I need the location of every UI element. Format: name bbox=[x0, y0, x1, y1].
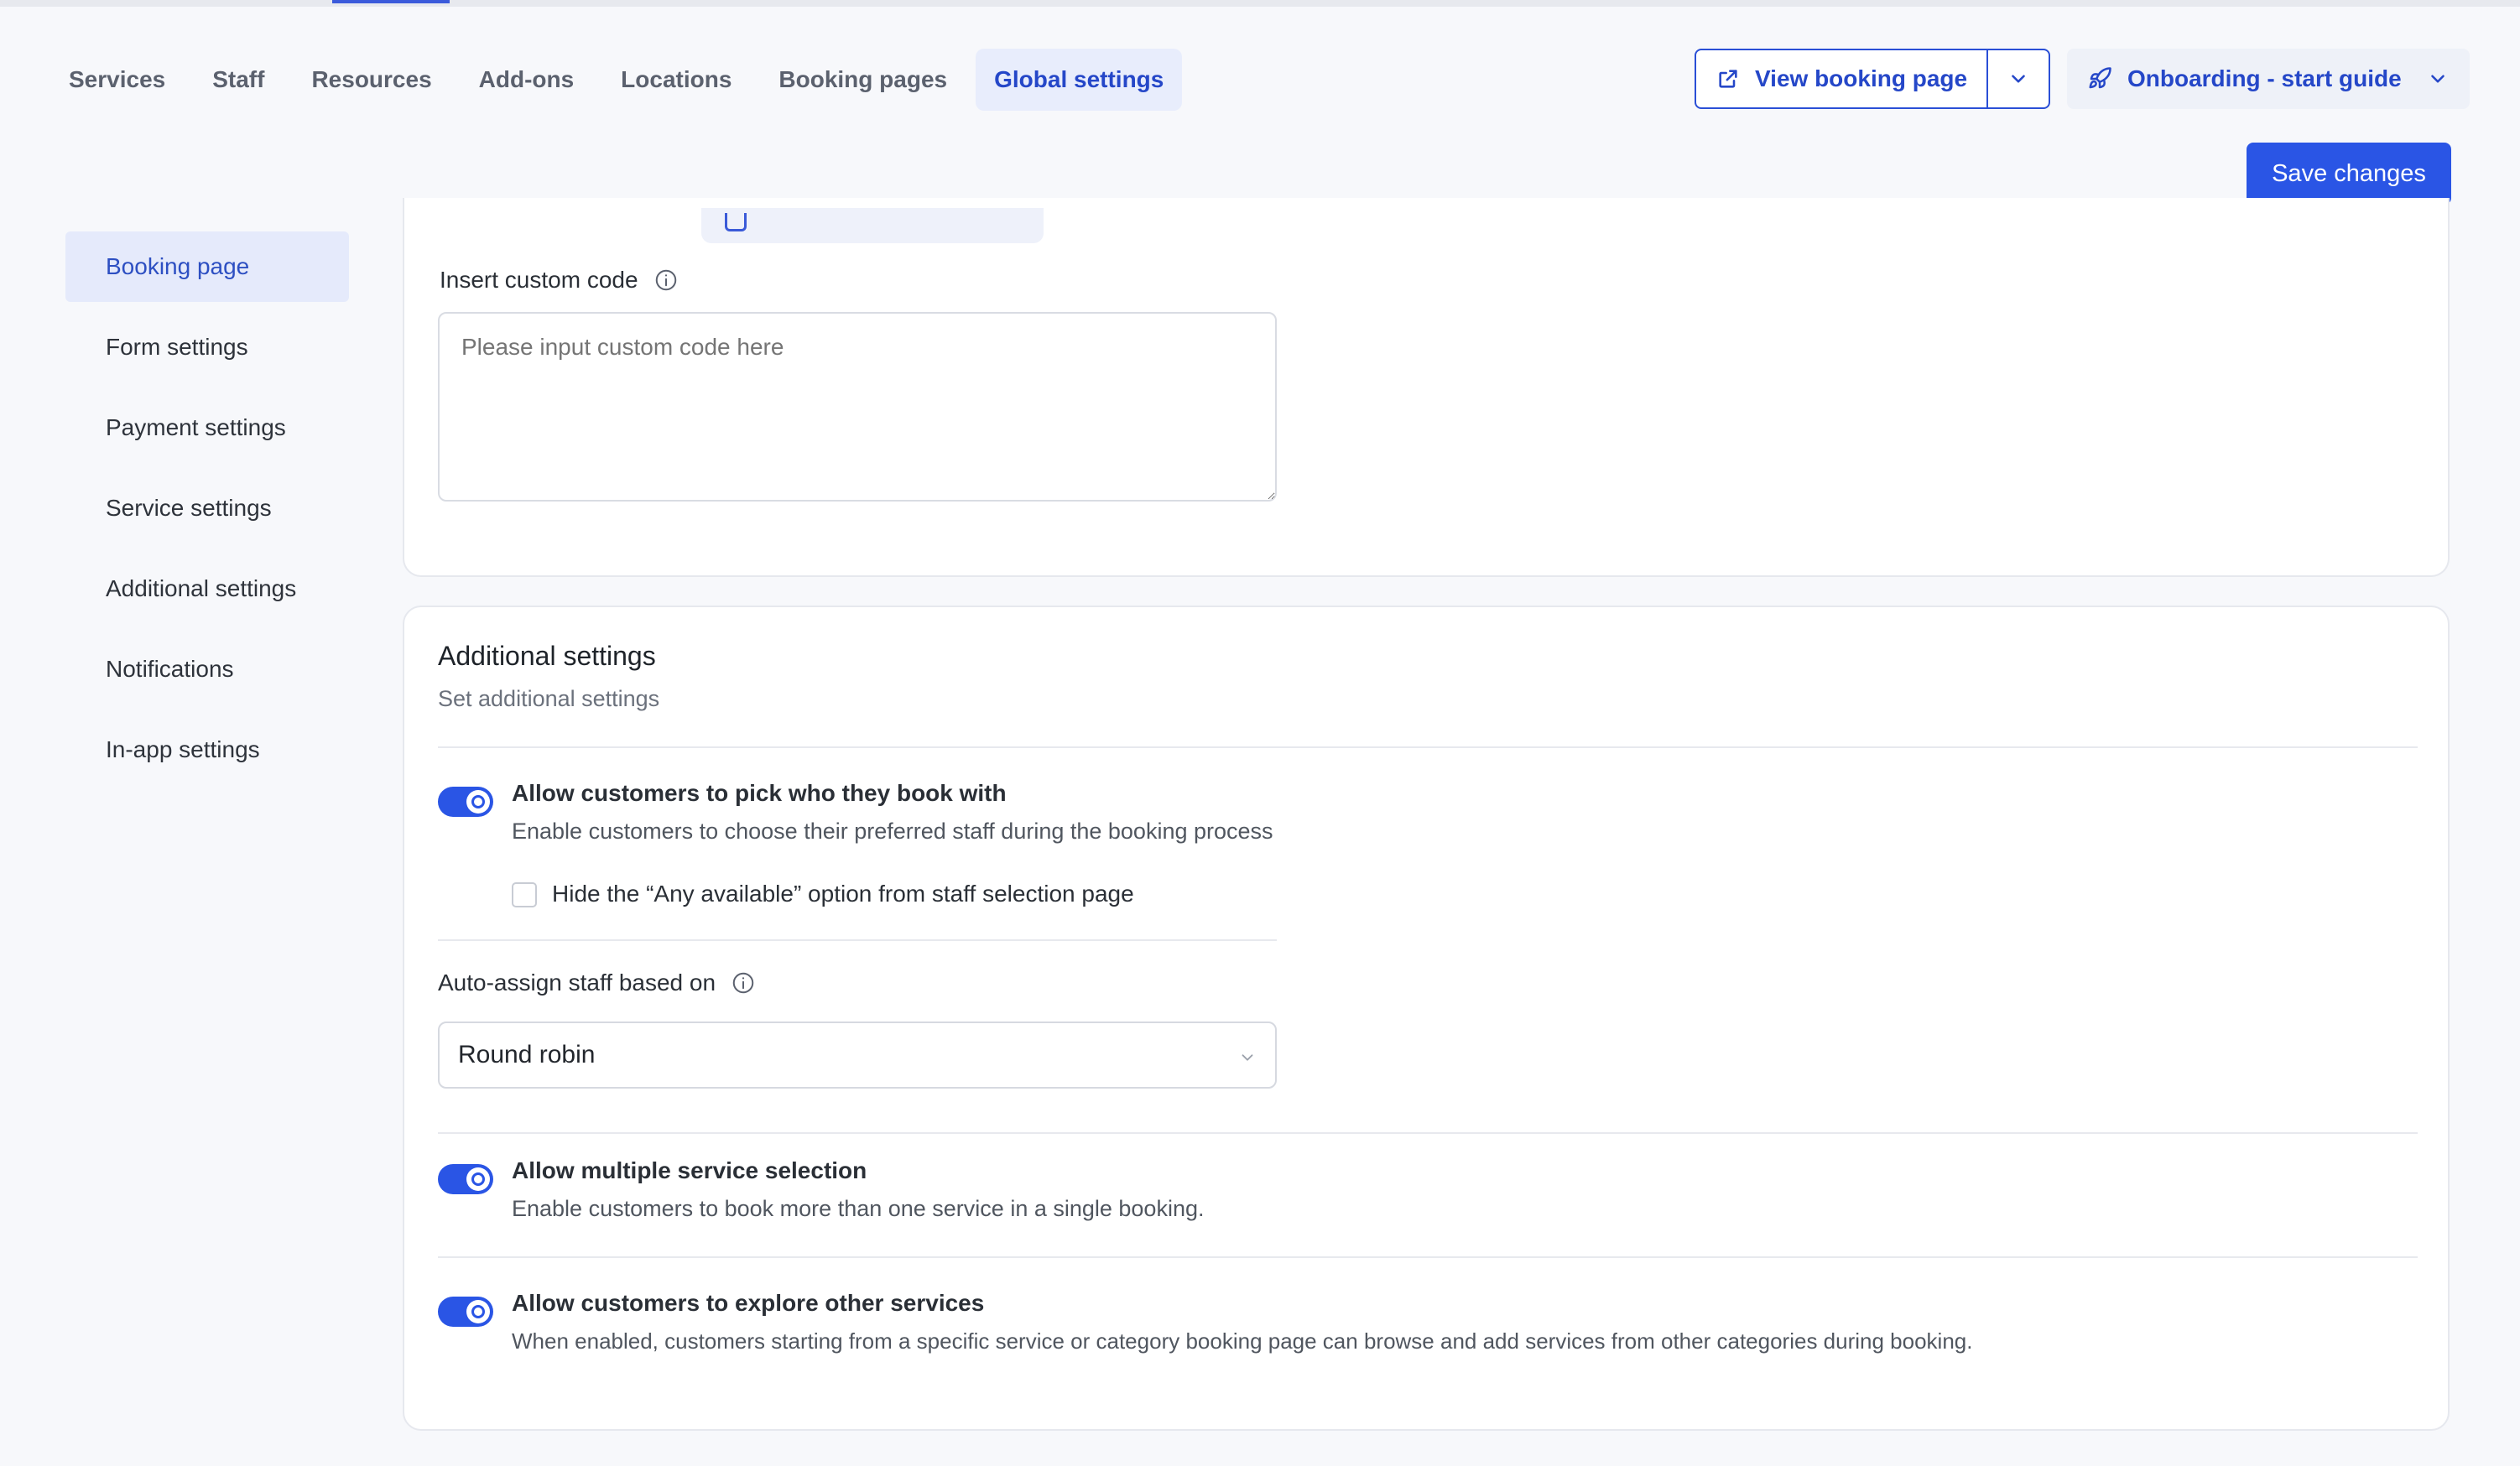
partially-hidden-button[interactable] bbox=[701, 208, 1044, 243]
explore-services-toggle[interactable] bbox=[438, 1297, 493, 1327]
auto-assign-selected-value: Round robin bbox=[458, 1041, 596, 1068]
view-booking-page-split-button: View booking page bbox=[1695, 49, 2050, 109]
pick-staff-title: Allow customers to pick who they book wi… bbox=[512, 780, 1007, 806]
section-subtitle: Set additional settings bbox=[438, 686, 660, 711]
top-active-indicator bbox=[332, 0, 450, 3]
explore-services-description: When enabled, customers starting from a … bbox=[512, 1328, 1973, 1354]
settings-sidebar: Booking page Form settings Payment setti… bbox=[65, 231, 349, 795]
scrolled-out-icon bbox=[725, 213, 747, 231]
multi-service-title: Allow multiple service selection bbox=[512, 1157, 867, 1183]
explore-services-title: Allow customers to explore other service… bbox=[512, 1290, 985, 1316]
sidebar-item-booking-page[interactable]: Booking page bbox=[65, 231, 349, 302]
rocket-icon bbox=[2089, 67, 2111, 89]
tab-resources[interactable]: Resources bbox=[293, 49, 450, 111]
section-title: Additional settings bbox=[438, 641, 656, 671]
tab-booking-pages[interactable]: Booking pages bbox=[760, 49, 966, 111]
multi-service-description: Enable customers to book more than one s… bbox=[512, 1196, 1205, 1221]
hide-any-available-checkbox[interactable] bbox=[512, 882, 537, 907]
auto-assign-label: Auto-assign staff based on bbox=[438, 970, 716, 996]
onboarding-guide-button[interactable]: Onboarding - start guide bbox=[2067, 49, 2470, 109]
divider bbox=[438, 939, 1277, 941]
custom-code-textarea[interactable] bbox=[438, 312, 1277, 502]
tab-global-settings[interactable]: Global settings bbox=[976, 49, 1183, 111]
view-booking-page-button[interactable]: View booking page bbox=[1696, 50, 1986, 107]
top-nav-tabs: Services Staff Resources Add-ons Locatio… bbox=[50, 49, 1192, 111]
tab-add-ons[interactable]: Add-ons bbox=[461, 49, 593, 111]
hide-any-available-label: Hide the “Any available” option from sta… bbox=[552, 881, 1134, 907]
multi-service-toggle[interactable] bbox=[438, 1164, 493, 1194]
tab-services[interactable]: Services bbox=[50, 49, 184, 111]
save-changes-button[interactable]: Save changes bbox=[2247, 143, 2451, 205]
chevron-down-icon bbox=[1242, 1054, 1253, 1061]
info-icon[interactable] bbox=[731, 970, 756, 996]
pick-staff-toggle[interactable] bbox=[438, 787, 493, 817]
custom-code-label-row: Insert custom code bbox=[440, 267, 679, 294]
onboarding-label: Onboarding - start guide bbox=[2127, 65, 2402, 91]
sidebar-item-notifications[interactable]: Notifications bbox=[65, 634, 349, 704]
info-icon[interactable] bbox=[653, 268, 679, 293]
divider bbox=[438, 1132, 2418, 1134]
view-booking-page-label: View booking page bbox=[1755, 65, 1968, 91]
view-booking-dropdown-toggle[interactable] bbox=[1986, 50, 2049, 107]
tab-staff[interactable]: Staff bbox=[194, 49, 283, 111]
tab-locations[interactable]: Locations bbox=[602, 49, 750, 111]
auto-assign-label-row: Auto-assign staff based on bbox=[438, 970, 756, 996]
sidebar-item-additional-settings[interactable]: Additional settings bbox=[65, 554, 349, 624]
custom-code-label: Insert custom code bbox=[440, 267, 638, 293]
sidebar-item-payment-settings[interactable]: Payment settings bbox=[65, 392, 349, 463]
auto-assign-select[interactable]: Round robin bbox=[438, 1022, 1277, 1089]
chevron-down-icon bbox=[2012, 75, 2025, 83]
pick-staff-description: Enable customers to choose their preferr… bbox=[512, 819, 1273, 844]
divider bbox=[438, 1256, 2418, 1258]
sidebar-item-in-app-settings[interactable]: In-app settings bbox=[65, 715, 349, 785]
external-link-icon bbox=[1719, 70, 1737, 88]
divider bbox=[438, 746, 2418, 748]
chevron-down-icon bbox=[2430, 75, 2445, 83]
sidebar-item-service-settings[interactable]: Service settings bbox=[65, 473, 349, 543]
sidebar-item-form-settings[interactable]: Form settings bbox=[65, 312, 349, 382]
top-divider bbox=[0, 0, 2520, 7]
